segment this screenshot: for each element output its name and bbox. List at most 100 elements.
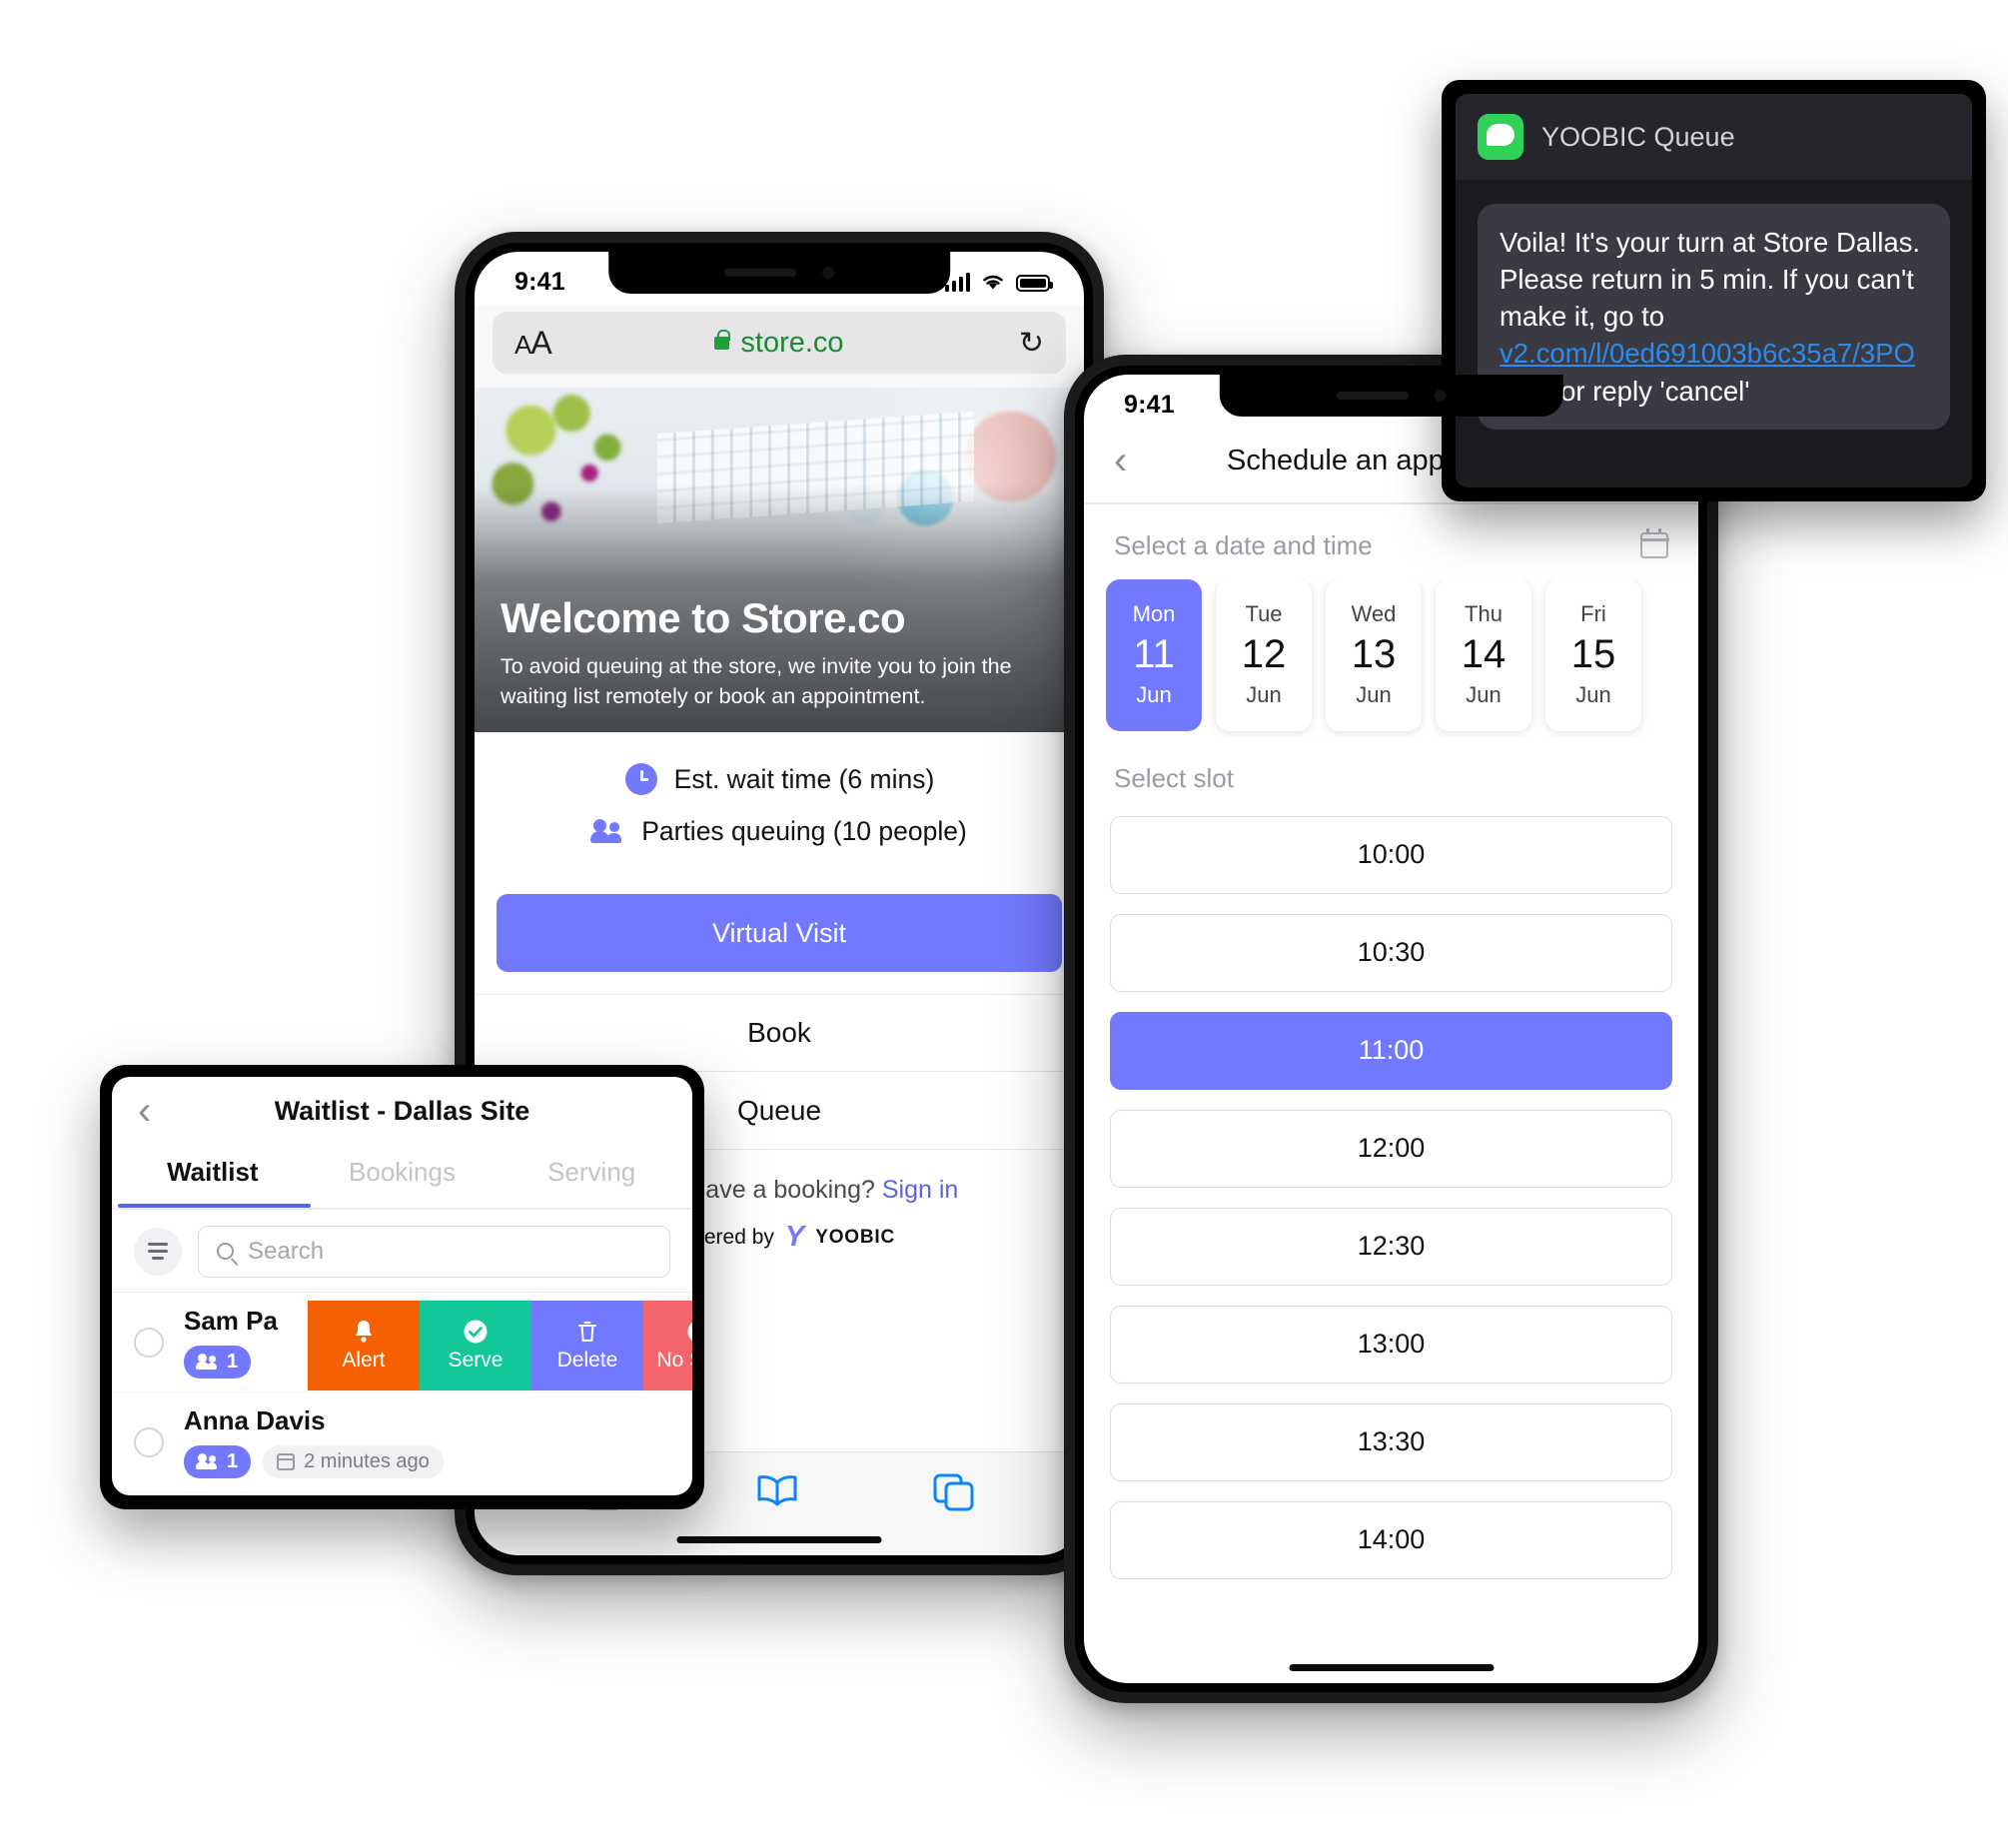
slot-list: 10:00 10:30 11:00 12:00 12:30 13:00 13:3… <box>1084 812 1698 1579</box>
slot-option-selected[interactable]: 11:00 <box>1110 1011 1672 1090</box>
slot-section-label-row: Select slot <box>1084 737 1698 812</box>
row-content: Sam Pa 1 <box>184 1306 278 1379</box>
x-circle-icon <box>687 1322 692 1342</box>
waitlist-panel: ‹ Waitlist - Dallas Site Waitlist Bookin… <box>100 1065 704 1509</box>
date-weekday: Mon <box>1132 601 1176 626</box>
date-option-thu[interactable]: Thu 14 Jun <box>1436 578 1531 731</box>
url-text: store.co <box>740 326 844 359</box>
date-number: 12 <box>1241 632 1287 676</box>
no-show-button[interactable]: No Show <box>643 1301 692 1390</box>
signal-bars-icon <box>944 272 970 292</box>
tab-bookings[interactable]: Bookings <box>308 1139 498 1204</box>
serve-label: Serve <box>448 1349 503 1372</box>
date-section-label: Select a date and time <box>1114 529 1373 560</box>
row-chips: 1 <box>184 1346 278 1379</box>
sms-sender-name: YOOBIC Queue <box>1541 121 1735 152</box>
slot-section-label: Select slot <box>1114 762 1234 793</box>
filter-icon[interactable] <box>134 1227 182 1276</box>
date-weekday: Wed <box>1351 601 1397 626</box>
sms-header: YOOBIC Queue <box>1456 94 1972 180</box>
date-number: 11 <box>1133 632 1175 676</box>
hero-text: Welcome to Store.co To avoid queuing at … <box>501 594 1062 712</box>
delete-button[interactable]: Delete <box>531 1301 643 1390</box>
lock-icon <box>714 329 731 350</box>
trash-icon <box>578 1322 596 1342</box>
date-option-tue[interactable]: Tue 12 Jun <box>1216 578 1312 731</box>
search-row: Search <box>112 1210 692 1292</box>
status-bar: 9:41 <box>475 252 1084 306</box>
home-indicator <box>1289 1664 1494 1671</box>
date-number: 13 <box>1351 632 1397 676</box>
check-circle-icon <box>464 1320 488 1344</box>
slot-option[interactable]: 13:30 <box>1110 1402 1672 1481</box>
party-size-badge: 1 <box>184 1445 252 1478</box>
stat-parties-label: Parties queuing (10 people) <box>641 815 967 846</box>
people-icon <box>590 814 625 848</box>
stat-wait-time: Est. wait time (6 mins) <box>475 762 1084 796</box>
hero-banner: Welcome to Store.co To avoid queuing at … <box>475 388 1084 732</box>
wait-time-badge: 2 minutes ago <box>263 1445 444 1478</box>
url-display: store.co <box>493 327 1066 360</box>
screenshot-stage: 9:41 AA store.co ↻ Welcome to Store.co T… <box>0 0 2008 1848</box>
stat-parties-queuing: Parties queuing (10 people) <box>475 814 1084 848</box>
status-indicators <box>944 272 1053 292</box>
search-placeholder: Search <box>248 1237 325 1265</box>
home-indicator <box>676 1536 882 1543</box>
party-icon <box>196 1453 219 1470</box>
slot-option[interactable]: 12:00 <box>1110 1109 1672 1188</box>
yoobic-logo-icon: Y <box>784 1221 805 1253</box>
tab-serving[interactable]: Serving <box>497 1139 686 1204</box>
customer-name: Sam Pa <box>184 1306 278 1336</box>
messages-icon <box>1478 114 1523 160</box>
table-row[interactable]: Anna Davis 1 2 minutes ago <box>112 1392 692 1492</box>
slot-option[interactable]: 14:00 <box>1110 1500 1672 1579</box>
calendar-icon[interactable] <box>1639 528 1669 558</box>
virtual-visit-button[interactable]: Virtual Visit <box>497 894 1062 972</box>
search-input[interactable]: Search <box>198 1225 670 1278</box>
slot-option[interactable]: 13:00 <box>1110 1305 1672 1384</box>
customer-name: Anna Davis <box>184 1405 326 1435</box>
date-section-label-row: Select a date and time <box>1084 504 1698 579</box>
date-picker[interactable]: Mon 11 Jun Tue 12 Jun Wed 13 Jun Thu 14 … <box>1084 578 1698 737</box>
tab-waitlist[interactable]: Waitlist <box>118 1139 308 1204</box>
sms-notification: YOOBIC Queue Voila! It's your turn at St… <box>1442 80 1986 501</box>
bookmarks-icon[interactable] <box>755 1473 799 1511</box>
date-option-mon[interactable]: Mon 11 Jun <box>1106 578 1202 731</box>
alert-button[interactable]: Alert <box>308 1301 420 1390</box>
date-month: Jun <box>1466 682 1502 707</box>
clock-icon <box>624 762 658 796</box>
delete-label: Delete <box>556 1349 618 1372</box>
slot-option[interactable]: 12:30 <box>1110 1207 1672 1286</box>
store-stats: Est. wait time (6 mins) Parties queuing … <box>475 732 1084 888</box>
status-time: 9:41 <box>1124 390 1175 419</box>
swipe-actions: Alert Serve Delete No <box>308 1301 692 1390</box>
status-bar: 9:41 <box>1084 375 1698 429</box>
date-option-wed[interactable]: Wed 13 Jun <box>1326 578 1422 731</box>
date-month: Jun <box>1575 682 1611 707</box>
reload-icon[interactable]: ↻ <box>1019 326 1044 361</box>
slot-option[interactable]: 10:00 <box>1110 815 1672 894</box>
table-row[interactable]: Sam Pa 1 Alert Serve Delete No <box>112 1293 692 1392</box>
address-bar[interactable]: AA store.co ↻ <box>493 312 1066 374</box>
row-content: Anna Davis 1 2 minutes ago <box>184 1405 444 1478</box>
serve-button[interactable]: Serve <box>420 1301 531 1390</box>
party-size-count: 1 <box>227 1351 239 1373</box>
party-size-badge: 1 <box>184 1346 252 1379</box>
signin-link[interactable]: Sign in <box>882 1176 958 1204</box>
calendar-icon <box>276 1453 296 1470</box>
right-phone-bezel: 9:41 ‹ Schedule an appointment Select a … <box>1075 366 1707 1692</box>
slot-option[interactable]: 10:30 <box>1110 913 1672 992</box>
right-phone-device: 9:41 ‹ Schedule an appointment Select a … <box>1064 355 1718 1703</box>
sms-text-before: Voila! It's your turn at Store Dallas. P… <box>1500 227 1920 333</box>
wait-time-text: 2 minutes ago <box>304 1450 430 1472</box>
date-weekday: Fri <box>1580 601 1606 626</box>
row-select-radio[interactable] <box>134 1426 164 1457</box>
tabs-icon[interactable] <box>932 1472 976 1512</box>
date-number: 14 <box>1461 632 1506 676</box>
book-option-row[interactable]: Book <box>475 994 1084 1072</box>
date-month: Jun <box>1246 682 1282 707</box>
row-select-radio[interactable] <box>134 1327 164 1358</box>
party-icon <box>196 1354 219 1371</box>
date-option-fri[interactable]: Fri 15 Jun <box>1545 578 1641 731</box>
wifi-icon <box>983 275 1003 289</box>
